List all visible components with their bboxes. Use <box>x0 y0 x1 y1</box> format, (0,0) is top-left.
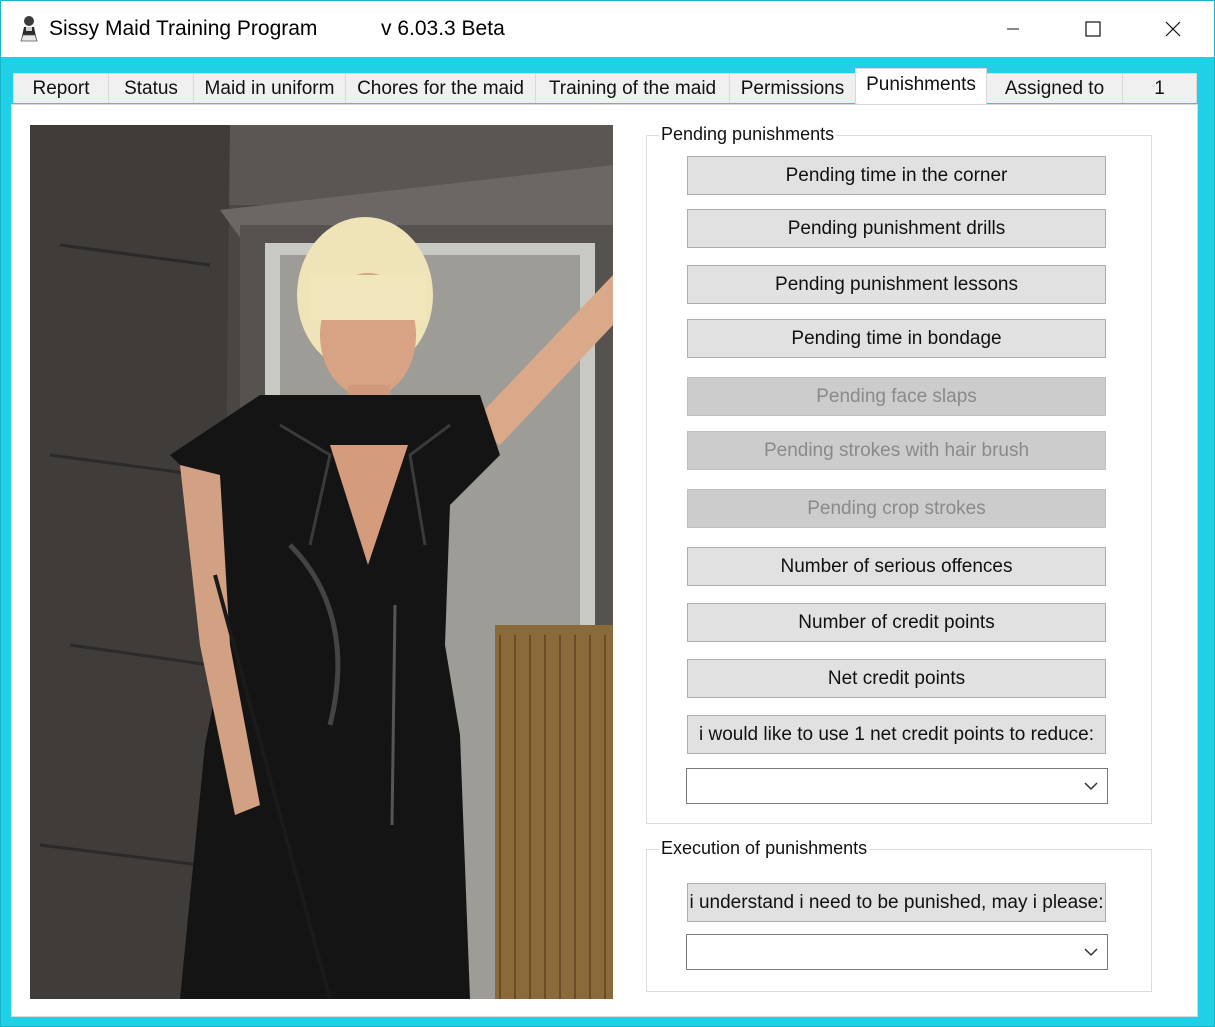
title-bar: Sissy Maid Training Program v 6.03.3 Bet… <box>1 1 1214 57</box>
credit-points-button[interactable]: Number of credit points <box>687 603 1106 642</box>
serious-offences-button[interactable]: Number of serious offences <box>687 547 1106 586</box>
reduce-punishment-select[interactable] <box>686 768 1108 804</box>
punishment-select[interactable] <box>686 934 1108 970</box>
net-credit-points-button[interactable]: Net credit points <box>687 659 1106 698</box>
window-title: Sissy Maid Training Program <box>49 17 318 40</box>
close-icon <box>1165 21 1181 37</box>
tab-report[interactable]: Report <box>13 73 109 103</box>
tab-permissions[interactable]: Permissions <box>729 73 856 103</box>
tab-chores[interactable]: Chores for the maid <box>345 73 536 103</box>
maid-app-icon <box>15 13 43 43</box>
tab-status[interactable]: Status <box>108 73 194 103</box>
pending-group-title: Pending punishments <box>659 124 837 145</box>
tab-strip: Report Status Maid in uniform Chores for… <box>11 68 1197 105</box>
use-credit-points-button[interactable]: i would like to use 1 net credit points … <box>687 715 1106 754</box>
minimize-button[interactable] <box>973 1 1053 57</box>
tab-training[interactable]: Training of the maid <box>535 73 730 103</box>
pending-crop-strokes-button: Pending crop strokes <box>687 489 1106 528</box>
request-punishment-button[interactable]: i understand i need to be punished, may … <box>687 883 1106 922</box>
maximize-button[interactable] <box>1053 1 1133 57</box>
pending-drills-button[interactable]: Pending punishment drills <box>687 209 1106 248</box>
pending-hair-brush-button: Pending strokes with hair brush <box>687 431 1106 470</box>
chevron-down-icon <box>1084 948 1098 957</box>
pending-lessons-button[interactable]: Pending punishment lessons <box>687 265 1106 304</box>
pending-bondage-button[interactable]: Pending time in bondage <box>687 319 1106 358</box>
execution-group-title: Execution of punishments <box>659 838 870 859</box>
minimize-icon <box>1007 28 1019 30</box>
pending-face-slaps-button: Pending face slaps <box>687 377 1106 416</box>
version-label: v 6.03.3 Beta <box>381 17 505 40</box>
tab-1[interactable]: 1 <box>1122 73 1197 103</box>
tab-assigned-to[interactable]: Assigned to <box>986 73 1123 103</box>
app-window: Sissy Maid Training Program v 6.03.3 Bet… <box>0 0 1215 1027</box>
tab-punishments[interactable]: Punishments <box>855 68 987 104</box>
close-button[interactable] <box>1133 1 1213 57</box>
maximize-icon <box>1085 21 1101 37</box>
tab-maid-in-uniform[interactable]: Maid in uniform <box>193 73 346 103</box>
chevron-down-icon <box>1084 782 1098 791</box>
pending-corner-button[interactable]: Pending time in the corner <box>687 156 1106 195</box>
mistress-photo <box>30 125 613 999</box>
